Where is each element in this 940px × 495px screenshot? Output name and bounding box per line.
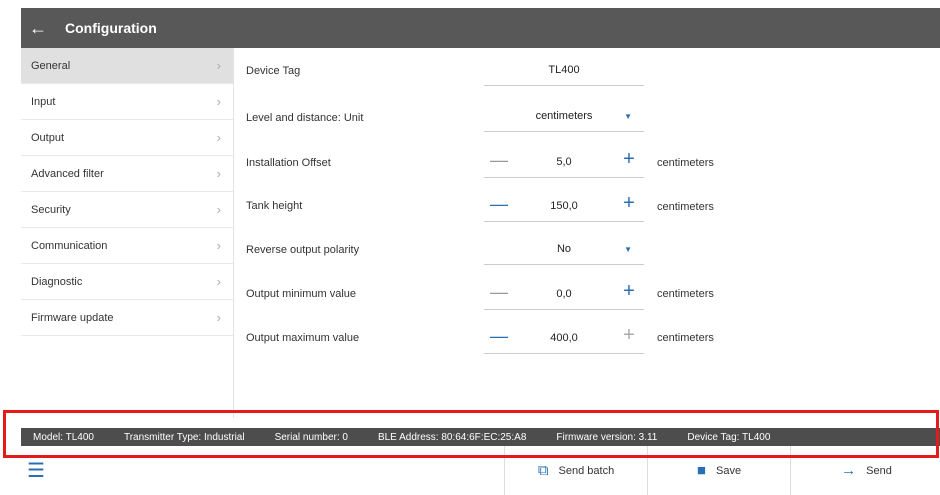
output-max-stepper[interactable]: — 400,0 +: [484, 324, 644, 354]
plus-icon[interactable]: +: [614, 324, 644, 347]
minus-icon[interactable]: —: [484, 194, 514, 215]
sidebar-item-label: Diagnostic: [31, 275, 83, 288]
unit-row: Level and distance: Unit centimeters ▼: [234, 92, 940, 136]
send-label: Send: [866, 464, 892, 477]
reverse-polarity-row: Reverse output polarity No ▼: [234, 224, 940, 268]
reverse-polarity-label: Reverse output polarity: [246, 244, 360, 256]
output-min-stepper[interactable]: — 0,0 +: [484, 280, 644, 310]
save-icon: ■: [696, 462, 706, 479]
reverse-polarity-value: No: [556, 243, 572, 255]
chevron-right-icon: ›: [216, 274, 221, 289]
send-batch-label: Send batch: [558, 464, 615, 477]
sidebar-item-advanced-filter[interactable]: Advanced filter ›: [21, 156, 233, 192]
output-min-label: Output minimum value: [246, 288, 357, 300]
output-max-value: 400,0: [550, 332, 578, 344]
output-max-unit: centimeters: [657, 332, 714, 344]
tank-height-value: 150,0: [550, 200, 578, 212]
output-min-value: 0,0: [556, 288, 572, 300]
unit-dropdown[interactable]: centimeters ▼: [484, 102, 644, 132]
tank-height-label: Tank height: [246, 200, 303, 212]
device-tag-input[interactable]: TL400: [484, 56, 644, 86]
sidebar-item-security[interactable]: Security ›: [21, 192, 233, 228]
sidebar-item-output[interactable]: Output ›: [21, 120, 233, 156]
chevron-right-icon: ›: [216, 130, 221, 145]
save-label: Save: [715, 464, 742, 477]
tank-height-row: Tank height — 150,0 + centimeters: [234, 180, 940, 224]
output-min-unit: centimeters: [657, 288, 714, 300]
tank-height-stepper[interactable]: — 150,0 +: [484, 192, 644, 222]
sidebar-item-label: Communication: [31, 239, 108, 252]
sidebar-item-communication[interactable]: Communication ›: [21, 228, 233, 264]
sidebar-item-firmware-update[interactable]: Firmware update ›: [21, 300, 233, 336]
chevron-right-icon: ›: [216, 58, 221, 73]
status-bar-highlight: [3, 410, 939, 458]
sidebar-item-label: Output: [31, 131, 65, 144]
tank-height-unit: centimeters: [657, 201, 714, 213]
installation-offset-value: 5,0: [556, 156, 572, 168]
sidebar-item-general[interactable]: General ›: [21, 48, 233, 84]
sidebar-item-label: Security: [31, 203, 71, 216]
batch-icon: ⧉: [537, 462, 549, 479]
caret-down-icon: ▼: [624, 112, 632, 121]
sidebar-item-label: Firmware update: [31, 311, 114, 324]
device-tag-row: Device Tag TL400: [234, 48, 940, 92]
chevron-right-icon: ›: [216, 238, 221, 253]
device-tag-value: TL400: [548, 64, 580, 76]
minus-icon[interactable]: —: [484, 150, 514, 171]
minus-icon[interactable]: —: [484, 326, 514, 347]
arrow-left-icon[interactable]: ←: [29, 18, 59, 39]
installation-offset-row: Installation Offset — 5,0 + centimeters: [234, 136, 940, 180]
page-title: Configuration: [65, 20, 157, 36]
caret-down-icon: ▼: [624, 245, 632, 254]
installation-offset-label: Installation Offset: [246, 157, 331, 169]
plus-icon[interactable]: +: [614, 280, 644, 303]
output-max-row: Output maximum value — 400,0 + centimete…: [234, 312, 940, 356]
plus-icon[interactable]: +: [614, 192, 644, 215]
unit-value: centimeters: [535, 110, 593, 122]
reverse-polarity-dropdown[interactable]: No ▼: [484, 235, 644, 265]
sidebar-item-label: General: [31, 59, 71, 72]
minus-icon[interactable]: —: [484, 282, 514, 303]
chevron-right-icon: ›: [216, 94, 221, 109]
installation-offset-stepper[interactable]: — 5,0 +: [484, 148, 644, 178]
chevron-right-icon: ›: [216, 166, 221, 181]
plus-icon[interactable]: +: [614, 148, 644, 171]
app-header: ← Configuration: [21, 8, 940, 48]
sidebar-item-label: Input: [31, 95, 56, 108]
installation-offset-unit: centimeters: [657, 157, 714, 169]
chevron-right-icon: ›: [216, 202, 221, 217]
hamburger-menu-icon[interactable]: ☰: [27, 458, 45, 483]
unit-label: Level and distance: Unit: [246, 112, 364, 124]
output-min-row: Output minimum value — 0,0 + centimeters: [234, 268, 940, 312]
settings-sidebar: General › Input › Output › Advanced filt…: [21, 48, 233, 428]
sidebar-item-input[interactable]: Input ›: [21, 84, 233, 120]
chevron-right-icon: ›: [216, 310, 221, 325]
output-max-label: Output maximum value: [246, 332, 360, 344]
arrow-right-icon: →: [841, 462, 857, 479]
sidebar-item-diagnostic[interactable]: Diagnostic ›: [21, 264, 233, 300]
sidebar-item-label: Advanced filter: [31, 167, 104, 180]
device-tag-label: Device Tag: [246, 65, 301, 77]
